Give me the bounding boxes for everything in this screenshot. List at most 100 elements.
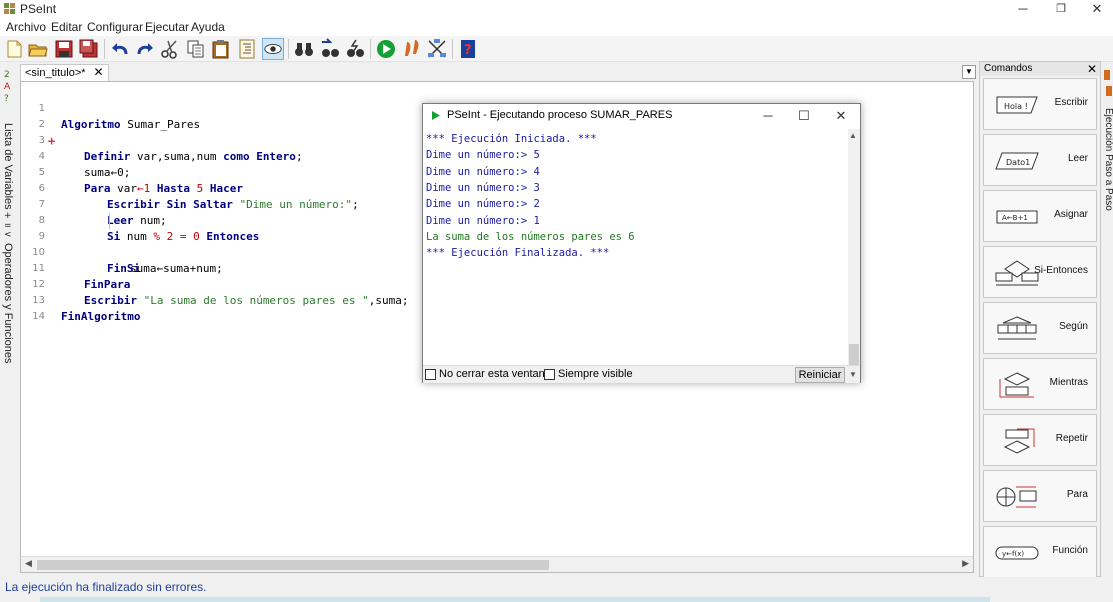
escribir-icon: Hola ! — [996, 96, 1038, 114]
menu-bar: Archivo Editar Configurar Ejecutar Ayuda — [0, 18, 1113, 36]
new-file-icon[interactable] — [3, 38, 25, 60]
scrollbar-thumb[interactable] — [37, 560, 549, 570]
siempre-visible-label[interactable]: Siempre visible — [558, 368, 633, 380]
menu-ejecutar[interactable]: Ejecutar — [145, 20, 189, 34]
siempre-visible-checkbox[interactable] — [544, 369, 555, 380]
scroll-up-icon[interactable]: ▲ — [849, 131, 857, 140]
step-by-step-icon[interactable] — [401, 38, 423, 60]
step-by-step-tab[interactable]: Ejecución Paso a Paso — [1103, 108, 1113, 211]
toolbar: ? — [0, 36, 1113, 62]
copy-icon[interactable] — [185, 38, 207, 60]
console-line: Dime un número:> 5 — [426, 149, 540, 161]
run-icon — [432, 111, 440, 120]
commands-panel: Comandos ✕ Hola ! Escribir Dato1 Leer A←… — [979, 61, 1101, 578]
indent-icon[interactable] — [236, 38, 258, 60]
reiniciar-button[interactable]: Reiniciar — [795, 367, 845, 383]
menu-ayuda[interactable]: Ayuda — [191, 20, 225, 34]
command-si-entonces[interactable]: Si-Entonces — [983, 246, 1097, 298]
horizontal-scrollbar[interactable]: ◀ ▶ — [21, 556, 973, 572]
dialog-minimize-button[interactable]: ─ — [750, 106, 786, 126]
scrollbar-thumb[interactable] — [849, 344, 859, 365]
tab-sin-titulo[interactable]: <sin_titulo>* ✕ — [20, 64, 109, 81]
menu-editar[interactable]: Editar — [51, 20, 82, 34]
console-line: Dime un número:> 1 — [426, 215, 540, 227]
dialog-title: PSeInt - Ejecutando proceso SUMAR_PARES — [447, 109, 673, 121]
dialog-footer: No cerrar esta ventana Siempre visible R… — [423, 365, 860, 383]
command-mientras[interactable]: Mientras — [983, 358, 1097, 410]
svg-text:?: ? — [4, 94, 9, 104]
view-icon[interactable] — [262, 38, 284, 60]
scroll-left-icon[interactable]: ◀ — [25, 558, 32, 569]
command-label: Repetir — [1055, 433, 1088, 444]
command-label: Escribir — [1054, 97, 1088, 108]
dialog-title-bar: PSeInt - Ejecutando proceso SUMAR_PARES … — [423, 104, 860, 128]
scroll-right-icon[interactable]: ▶ — [962, 558, 969, 569]
no-cerrar-label[interactable]: No cerrar esta ventana — [439, 368, 551, 380]
line-number: 14 — [32, 311, 45, 322]
flowchart-icon[interactable] — [426, 38, 448, 60]
save-as-icon[interactable] — [78, 38, 100, 60]
close-button[interactable]: ✕ — [1079, 0, 1113, 18]
command-segun[interactable]: Según — [983, 302, 1097, 354]
menu-archivo[interactable]: Archivo — [6, 20, 46, 34]
svg-text:<: < — [4, 230, 12, 238]
undo-icon[interactable] — [109, 38, 131, 60]
dialog-close-button[interactable]: ✕ — [823, 106, 859, 126]
execution-dialog: PSeInt - Ejecutando proceso SUMAR_PARES … — [422, 103, 861, 383]
help-icon[interactable]: ? — [457, 38, 479, 60]
command-escribir[interactable]: Hola ! Escribir — [983, 78, 1097, 130]
title-bar: PSeInt ─ ❐ ✕ — [0, 0, 1113, 18]
command-label: Según — [1059, 321, 1088, 332]
svg-text:A: A — [4, 82, 11, 92]
no-cerrar-checkbox[interactable] — [425, 369, 436, 380]
toolbar-separator — [104, 39, 105, 59]
commands-panel-close-icon[interactable]: ✕ — [1087, 62, 1097, 76]
console-scrollbar[interactable]: ▲ — [848, 129, 860, 365]
svg-text:A←B+1: A←B+1 — [1002, 214, 1028, 222]
command-leer[interactable]: Dato1 Leer — [983, 134, 1097, 186]
command-label: Mientras — [1049, 377, 1088, 388]
find-next-icon[interactable] — [319, 38, 341, 60]
variables-list-tab[interactable]: Lista de Variables — [2, 123, 14, 210]
scroll-down-icon[interactable]: ▼ — [849, 370, 857, 379]
svg-text:?: ? — [464, 43, 472, 58]
dialog-maximize-button[interactable]: ☐ — [786, 106, 822, 126]
command-repetir[interactable]: Repetir — [983, 414, 1097, 466]
code-line: 1 Algoritmo Sumar_Pares — [21, 85, 971, 131]
commands-panel-header: Comandos ✕ — [980, 62, 1100, 76]
operators-functions-tab[interactable]: Operadores y Funciones — [2, 243, 14, 363]
search-binoculars-icon[interactable] — [293, 38, 315, 60]
redo-icon[interactable] — [134, 38, 156, 60]
command-para[interactable]: Para — [983, 470, 1097, 522]
menu-configurar[interactable]: Configurar — [87, 20, 143, 34]
variables-icon: 2 A ? — [4, 70, 11, 104]
tab-close-icon[interactable]: ✕ — [94, 65, 104, 79]
svg-text:+: + — [4, 211, 12, 221]
segun-icon — [997, 316, 1037, 340]
command-label: Si-Entonces — [1034, 265, 1088, 276]
save-icon[interactable] — [53, 38, 75, 60]
minimize-button[interactable]: ─ — [1005, 0, 1041, 18]
console-line: La suma de los números pares es 6 — [426, 231, 635, 243]
run-icon[interactable] — [375, 38, 397, 60]
toolbar-separator — [288, 39, 289, 59]
maximize-button[interactable]: ❐ — [1043, 0, 1079, 18]
bottom-strip — [40, 597, 990, 602]
console-output[interactable]: *** Ejecución Iniciada. *** Dime un núme… — [424, 129, 848, 365]
console-line: *** Ejecución Finalizada. *** — [426, 247, 610, 259]
command-funcion[interactable]: y←f(x) Función — [983, 526, 1097, 578]
command-asignar[interactable]: A←B+1 Asignar — [983, 190, 1097, 242]
status-text: La ejecución ha finalizado sin errores. — [5, 580, 207, 594]
repetir-icon — [1003, 428, 1035, 454]
pseint-app-icon — [4, 3, 15, 14]
cut-icon[interactable] — [159, 38, 181, 60]
replace-icon[interactable] — [344, 38, 366, 60]
left-side-panel: 2 A ? Lista de Variables + = < Operadore… — [0, 63, 18, 575]
paste-icon[interactable] — [210, 38, 232, 60]
open-folder-icon[interactable] — [27, 38, 49, 60]
indent-guide — [109, 213, 110, 229]
tabs-dropdown-icon[interactable]: ▼ — [962, 65, 976, 79]
console-line: Dime un número:> 3 — [426, 182, 540, 194]
svg-text:Hola !: Hola ! — [1004, 102, 1028, 111]
svg-text:y←f(x): y←f(x) — [1002, 550, 1024, 558]
